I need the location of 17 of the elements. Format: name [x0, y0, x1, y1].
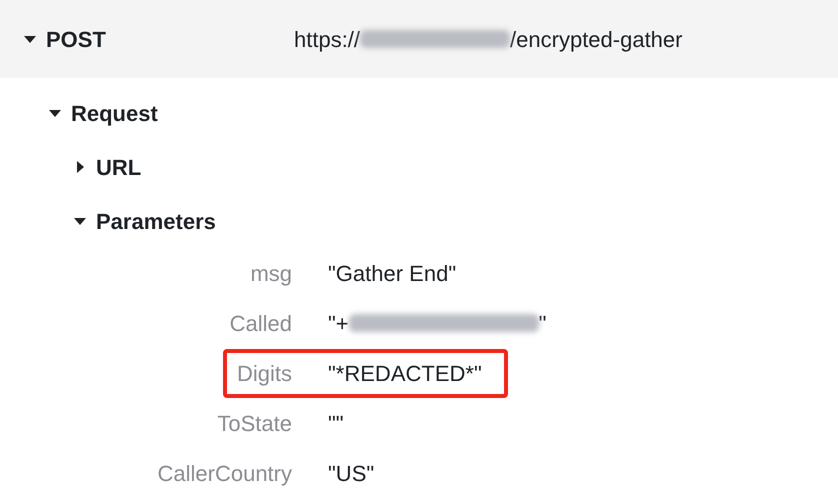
url-text: https://: [294, 26, 360, 54]
tree-node-label[interactable]: Request: [71, 96, 158, 130]
url-text: /encrypted-gather: [510, 26, 682, 54]
param-key: CallerCountry: [158, 456, 292, 490]
param-key: ToState: [217, 406, 292, 440]
param-value: ": [538, 310, 546, 338]
param-value: "*REDACTED*": [328, 360, 482, 388]
param-value: "+: [328, 310, 349, 338]
tree-node-label[interactable]: Parameters: [96, 204, 216, 238]
param-value: "": [328, 410, 344, 438]
method-label: POST: [46, 26, 107, 54]
param-key: msg: [250, 256, 292, 290]
param-value: "Gather End": [328, 260, 456, 288]
param-value: "US": [328, 460, 374, 488]
param-key: Digits: [236, 356, 292, 390]
param-key: Called: [230, 306, 292, 340]
tree-node-label[interactable]: URL: [96, 150, 142, 184]
